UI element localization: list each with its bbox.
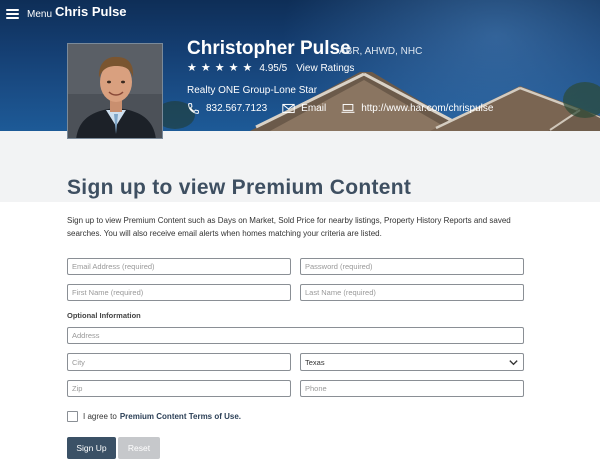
star-icon: ★ [200,61,211,74]
password-field[interactable] [300,258,524,275]
phone-link[interactable]: 832.567.7123 [187,102,267,115]
state-selected-value: Texas [305,357,325,367]
rating-score: 4.95/5 [259,62,288,74]
optional-info-label: Optional Information [67,311,141,320]
laptop-icon [341,103,355,113]
rating-stars: ★ ★ ★ ★ ★ [187,61,253,74]
star-icon: ★ [214,61,225,74]
website-url: http://www.har.com/chrispulse [361,102,494,114]
agent-portrait [68,44,162,138]
agree-checkbox[interactable] [67,410,78,422]
terms-of-use-link[interactable]: Premium Content Terms of Use. [120,412,241,421]
chevron-down-icon [509,360,518,366]
agree-text: I agree to [83,411,117,421]
menu-label: Menu [27,8,53,20]
email-label: Email [301,102,327,114]
hamburger-icon [6,9,19,19]
menu-button[interactable]: Menu [6,6,52,22]
top-bar: Menu Chris Pulse [0,0,600,26]
agent-photo [67,43,163,139]
agent-credentials: ABR, AHWD, NHC [339,46,423,57]
first-name-field[interactable] [67,284,291,301]
terms-agreement: I agree to Premium Content Terms of Use. [67,410,241,422]
agent-ratings: ★ ★ ★ ★ ★ 4.95/5 View Ratings [187,61,354,75]
last-name-field[interactable] [300,284,524,301]
agent-brokerage: Realty ONE Group-Lone Star [187,85,318,96]
phone-icon [188,102,199,114]
star-icon: ★ [228,61,239,74]
email-link[interactable]: Email [282,103,326,114]
page-title: Sign up to view Premium Content [67,176,412,199]
agent-contacts: 832.567.7123 Email http://www.har.com/ch… [187,101,493,115]
envelope-icon [282,103,295,113]
agent-full-name: Christopher Pulse [187,38,351,59]
phone-number: 832.567.7123 [206,102,268,114]
site-agent-name[interactable]: Chris Pulse [55,4,127,19]
intro-text: Sign up to view Premium Content such as … [67,216,511,238]
website-link[interactable]: http://www.har.com/chrispulse [341,103,493,114]
sign-up-button[interactable]: Sign Up [67,437,116,459]
state-select[interactable]: Texas [300,353,524,371]
view-ratings-link[interactable]: View Ratings [296,63,354,74]
zip-field[interactable] [67,380,291,397]
star-icon: ★ [242,61,253,74]
address-field[interactable] [67,327,524,344]
city-field[interactable] [67,353,291,371]
email-field[interactable] [67,258,291,275]
star-icon: ★ [187,61,197,74]
phone-field[interactable] [300,380,524,397]
reset-button[interactable]: Reset [118,437,160,459]
